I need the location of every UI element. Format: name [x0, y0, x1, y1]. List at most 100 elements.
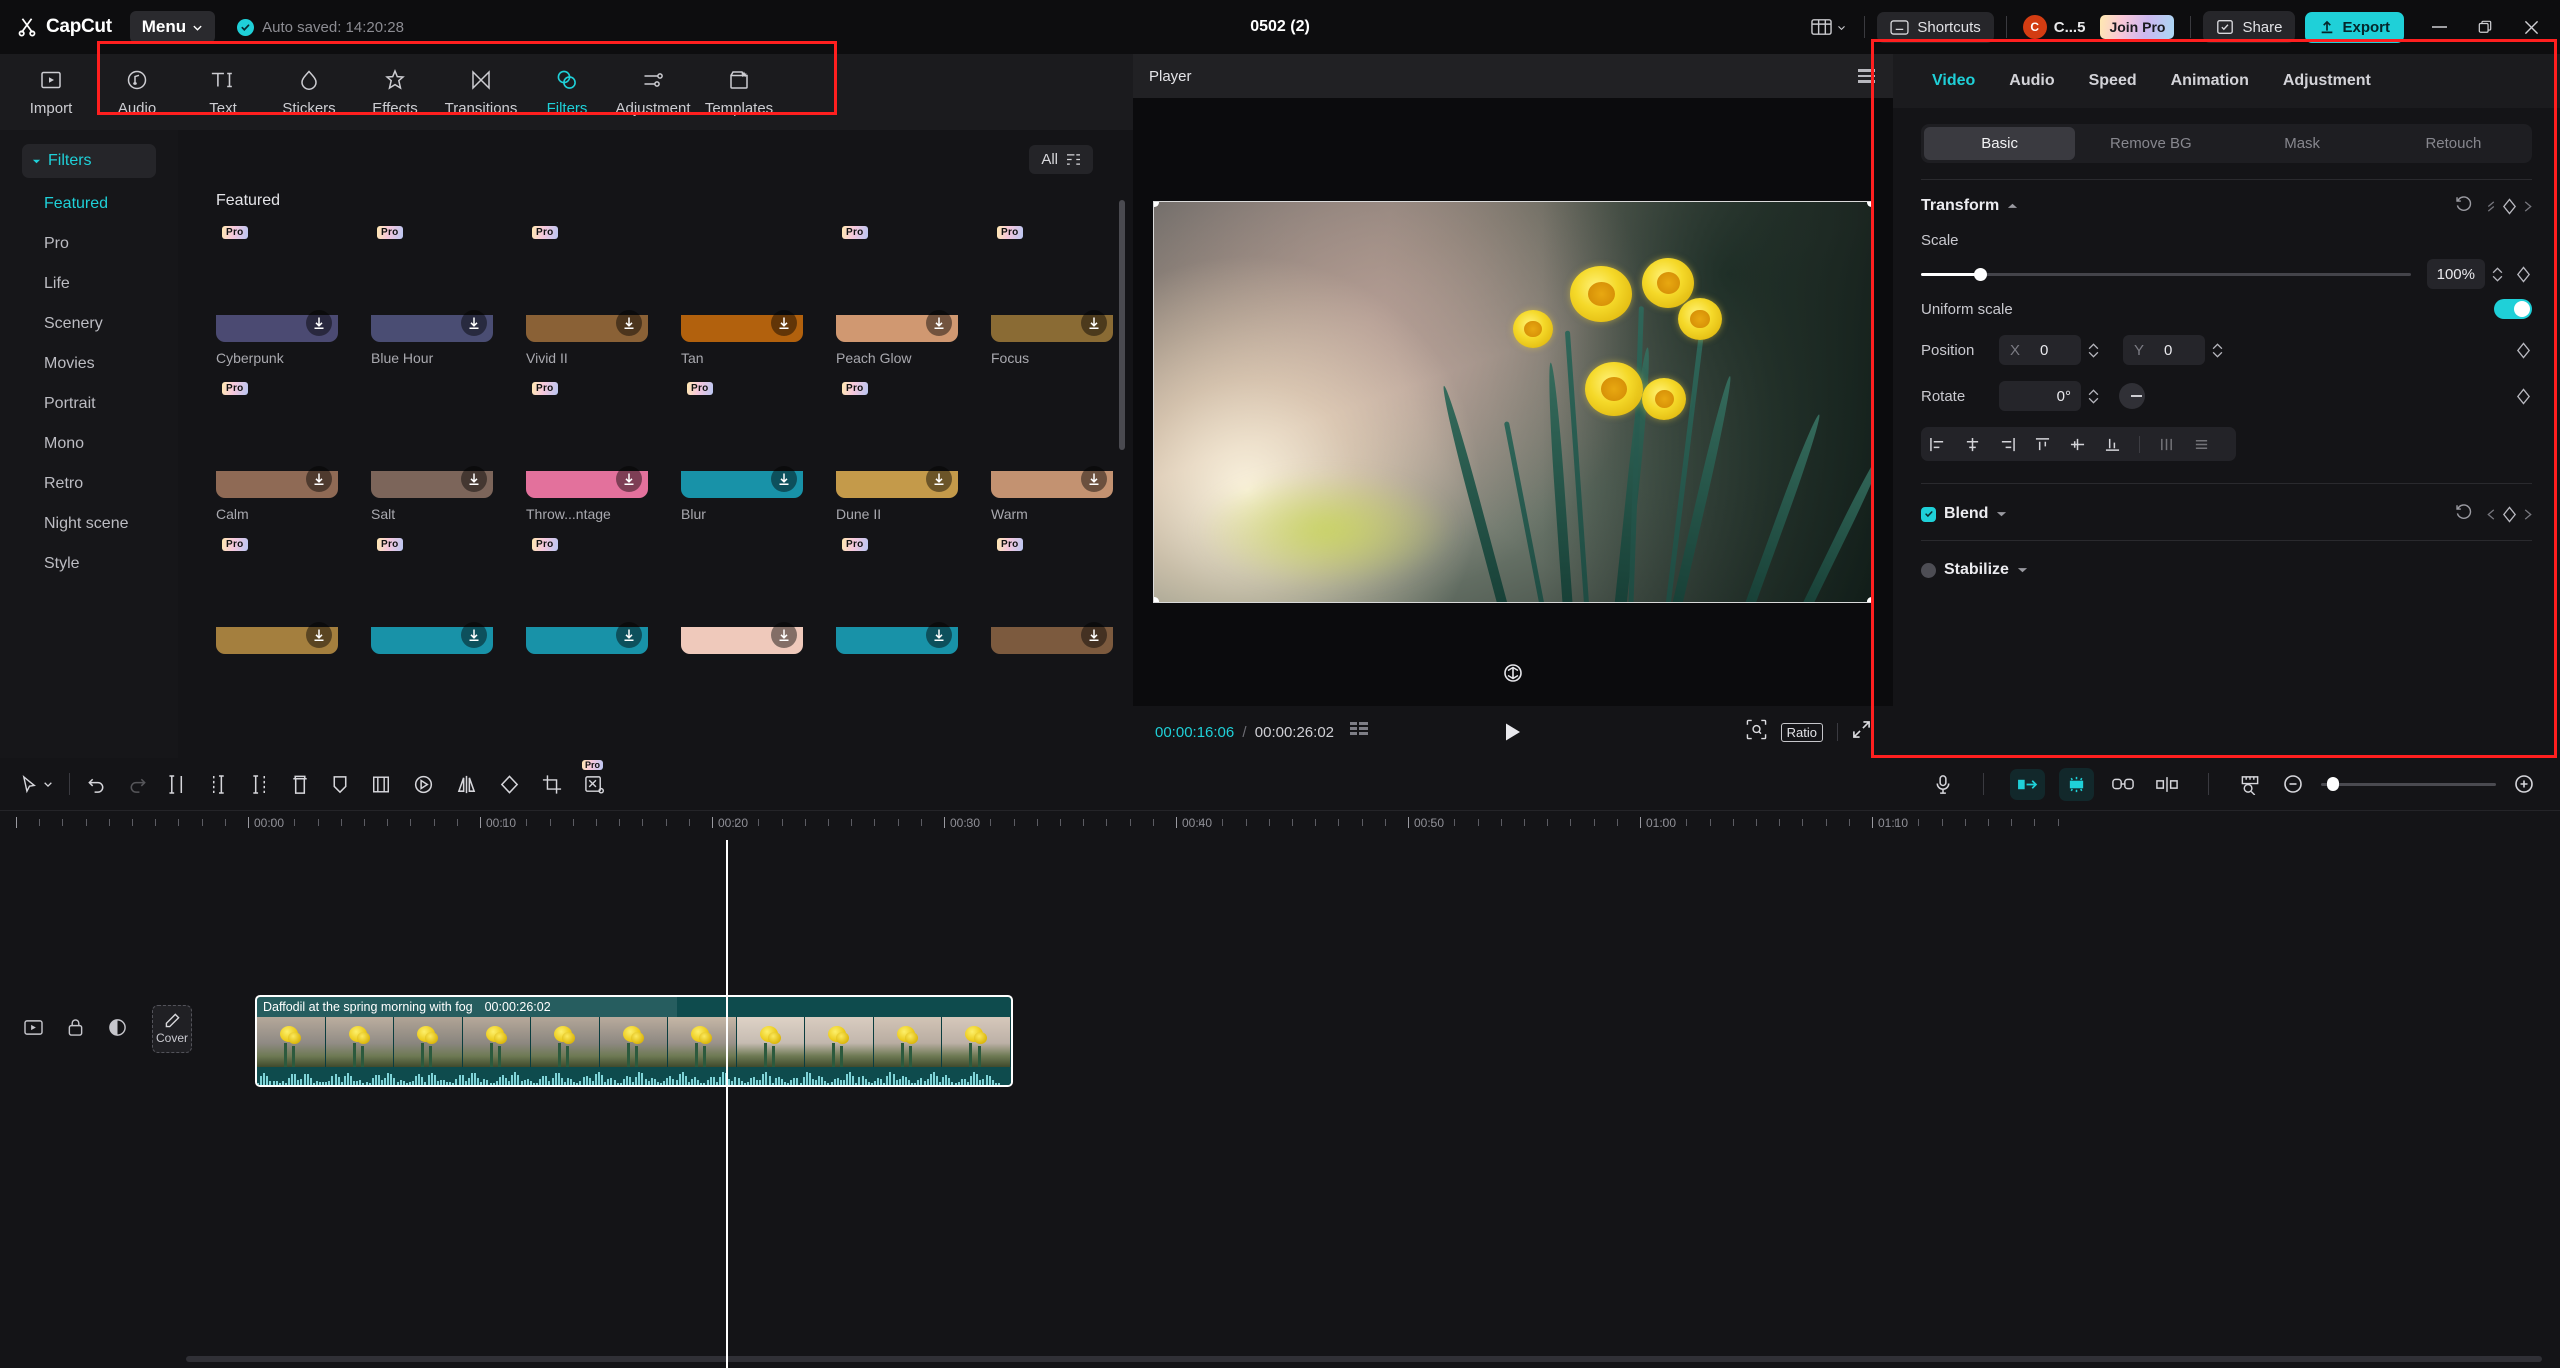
function-tab-templates[interactable]: Templates [696, 58, 782, 126]
category-item-mono[interactable]: Mono [0, 424, 178, 464]
restore-icon[interactable] [2462, 7, 2508, 47]
filter-thumbnail[interactable]: Pro [836, 376, 958, 498]
function-tab-stickers[interactable]: Stickers [266, 58, 352, 126]
filter-thumbnail[interactable] [371, 376, 493, 498]
filter-thumbnail[interactable] [681, 532, 803, 654]
category-item-portrait[interactable]: Portrait [0, 384, 178, 424]
filter-item[interactable]: Pro [526, 532, 681, 662]
rotate-input[interactable]: 0° [1999, 381, 2081, 411]
position-y-stepper[interactable] [2212, 342, 2223, 358]
filter-thumbnail[interactable]: Pro [371, 220, 493, 342]
layout-icon[interactable] [1805, 13, 1852, 41]
filter-thumbnail[interactable] [991, 376, 1113, 498]
filter-item[interactable]: Pro [836, 532, 991, 662]
category-item-featured[interactable]: Featured [0, 184, 178, 224]
filter-item[interactable]: Warm [991, 376, 1133, 522]
filter-thumbnail[interactable]: Pro [681, 376, 803, 498]
scale-value-input[interactable]: 100% [2426, 259, 2485, 289]
filter-thumbnail[interactable]: Pro [836, 220, 958, 342]
segment-remove-bg[interactable]: Remove BG [2075, 127, 2226, 160]
crop-icon[interactable] [538, 770, 566, 799]
ratio-button[interactable]: Ratio [1780, 722, 1823, 742]
filter-thumbnail[interactable]: Pro [371, 532, 493, 654]
trim-start-icon[interactable] [205, 770, 232, 799]
blend-keyframe-icon[interactable] [2487, 505, 2532, 523]
filter-item[interactable]: Pro Focus [991, 220, 1133, 366]
uniform-scale-toggle[interactable] [2494, 299, 2532, 319]
filter-item[interactable]: Salt [371, 376, 526, 522]
function-tab-transitions[interactable]: Transitions [438, 58, 524, 126]
category-item-pro[interactable]: Pro [0, 224, 178, 264]
function-tab-audio[interactable]: Audio [94, 58, 180, 126]
select-arrow-icon[interactable] [16, 771, 57, 798]
microphone-icon[interactable] [1929, 770, 1957, 799]
download-icon[interactable] [771, 466, 797, 492]
blend-checkbox[interactable] [1921, 506, 1936, 522]
transform-title[interactable]: Transform [1921, 197, 2018, 215]
download-icon[interactable] [1081, 622, 1107, 648]
fullscreen-icon[interactable] [1852, 720, 1871, 744]
download-icon[interactable] [926, 310, 952, 336]
filter-thumbnail[interactable]: Pro [836, 532, 958, 654]
filter-grid-scrollbar[interactable] [1119, 200, 1125, 450]
download-icon[interactable] [926, 622, 952, 648]
align-left-icon[interactable] [1929, 437, 1946, 452]
delete-icon[interactable] [287, 770, 313, 799]
filter-item[interactable]: Pro Cyberpunk [216, 220, 371, 366]
segment-basic[interactable]: Basic [1924, 127, 2076, 160]
filter-item[interactable]: Pro Calm [216, 376, 371, 522]
filter-thumbnail[interactable]: Pro [526, 532, 648, 654]
snap-magnet-icon[interactable] [2010, 768, 2045, 800]
undo-icon[interactable] [82, 770, 111, 799]
function-tab-adjustment[interactable]: Adjustment [610, 58, 696, 126]
filter-item[interactable]: Pro Throw...ntage [526, 376, 681, 522]
download-icon[interactable] [616, 310, 642, 336]
sidebar-header-filters[interactable]: Filters [22, 144, 156, 178]
video-preview[interactable] [1153, 201, 1873, 603]
inspector-tab-speed[interactable]: Speed [2072, 72, 2154, 90]
mirror-icon[interactable] [452, 770, 481, 799]
zoom-knob[interactable] [2327, 777, 2339, 791]
split-view-icon[interactable] [2152, 772, 2182, 797]
shortcuts-button[interactable]: Shortcuts [1877, 11, 1994, 43]
player-menu-icon[interactable] [1858, 69, 1875, 83]
thumbnail-toggle-icon[interactable] [24, 1019, 43, 1041]
filter-thumbnail[interactable]: Pro [526, 220, 648, 342]
filter-thumbnail[interactable]: Pro [526, 376, 648, 498]
function-tab-effects[interactable]: Effects [352, 58, 438, 126]
function-tab-filters[interactable]: Filters [524, 58, 610, 126]
distribute-v-icon[interactable] [2193, 437, 2210, 452]
filter-item[interactable]: Pro [991, 532, 1133, 662]
timeline-video-clip[interactable]: Daffodil at the spring morning with fog … [255, 995, 1013, 1087]
align-bottom-icon[interactable] [2104, 437, 2121, 452]
split-icon[interactable] [164, 770, 191, 799]
filter-item[interactable]: Pro Dune II [836, 376, 991, 522]
download-icon[interactable] [1081, 466, 1107, 492]
minimize-icon[interactable] [2416, 7, 2462, 47]
zoom-out-icon[interactable] [2279, 770, 2307, 798]
download-icon[interactable] [306, 466, 332, 492]
download-icon[interactable] [1081, 310, 1107, 336]
rotate-clip-icon[interactable] [495, 770, 524, 799]
inspector-tab-animation[interactable]: Animation [2154, 72, 2266, 90]
function-tab-import[interactable]: Import [8, 58, 94, 126]
align-center-h-icon[interactable] [1964, 437, 1981, 452]
category-item-movies[interactable]: Movies [0, 344, 178, 384]
download-icon[interactable] [306, 310, 332, 336]
close-icon[interactable] [2508, 7, 2554, 47]
category-item-scenery[interactable]: Scenery [0, 304, 178, 344]
lock-icon[interactable] [67, 1018, 84, 1042]
download-icon[interactable] [926, 466, 952, 492]
trim-end-icon[interactable] [246, 770, 273, 799]
rotate-dial[interactable] [2119, 383, 2145, 409]
download-icon[interactable] [616, 622, 642, 648]
scale-slider[interactable] [1921, 265, 2411, 283]
filter-thumbnail[interactable]: Pro [991, 220, 1113, 342]
category-item-style[interactable]: Style [0, 544, 178, 584]
freeze-frame-icon[interactable] [367, 770, 395, 799]
filter-item[interactable]: Pro [371, 532, 526, 662]
position-x-stepper[interactable] [2088, 342, 2099, 358]
stabilize-title[interactable]: Stabilize [1921, 561, 2028, 579]
timeline-ruler[interactable]: 00:00 00:10 00:20 00:30 00:40 00:50 01:00 01:10 [0, 810, 2560, 840]
export-button[interactable]: Export [2305, 11, 2404, 43]
